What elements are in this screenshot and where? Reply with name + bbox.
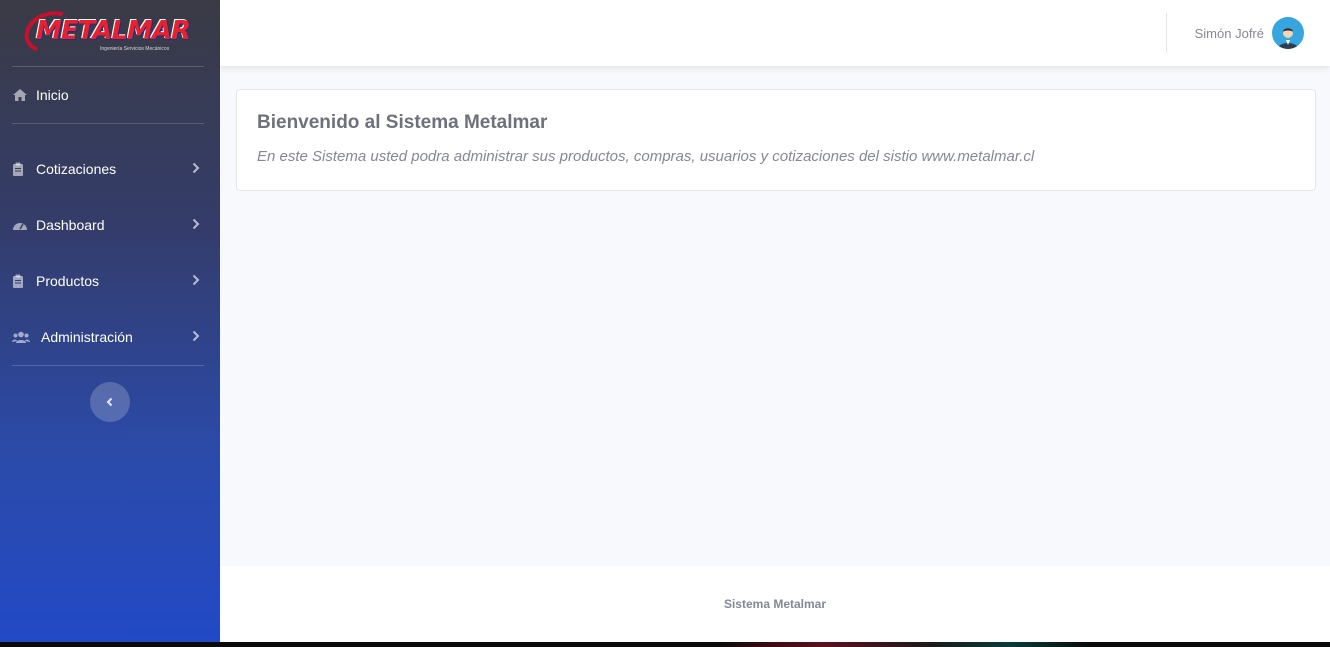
sidebar-item-label: Inicio (36, 87, 69, 103)
user-dropdown[interactable]: Simón Jofré (1195, 17, 1304, 49)
chevron-right-icon (192, 161, 200, 177)
chevron-right-icon (192, 329, 200, 345)
sidebar: METALMAR Ingeniería Servicios Mecánicos … (0, 0, 220, 642)
welcome-card: Bienvenido al Sistema Metalmar En este S… (236, 89, 1316, 191)
clipboard-icon (12, 274, 32, 288)
users-icon (12, 331, 37, 343)
home-icon (12, 88, 32, 102)
topbar: Simón Jofré (220, 0, 1330, 66)
sidebar-item-cotizaciones[interactable]: Cotizaciones (0, 141, 220, 197)
logo-subtitle: Ingeniería Servicios Mecánicos (100, 46, 170, 52)
tachometer-icon (12, 219, 32, 231)
content-wrapper: Simón Jofré Bienvenido al Sistema Metalm… (220, 0, 1330, 642)
desktop-background-strip (0, 642, 1330, 647)
sidebar-toggle-button[interactable] (90, 382, 130, 422)
page-title: Bienvenido al Sistema Metalmar (257, 112, 548, 133)
logo-text: METALMAR (36, 16, 191, 46)
metalmar-logo[interactable]: METALMAR Ingeniería Servicios Mecánicos (18, 4, 196, 60)
sidebar-item-dashboard[interactable]: Dashboard (0, 197, 220, 253)
clipboard-icon (12, 162, 32, 176)
sidebar-item-label: Dashboard (36, 217, 105, 233)
topbar-divider (1165, 13, 1167, 53)
user-avatar-icon[interactable] (1272, 17, 1304, 49)
chevron-right-icon (192, 273, 200, 289)
footer-text: Sistema Metalmar (723, 597, 827, 611)
sidebar-item-administracion[interactable]: Administración (0, 309, 220, 365)
sidebar-item-label: Administración (41, 329, 133, 345)
brand[interactable]: METALMAR Ingeniería Servicios Mecánicos (0, 0, 220, 66)
sidebar-item-label: Productos (36, 273, 100, 289)
user-name: Simón Jofré (1194, 25, 1264, 41)
chevron-right-icon (192, 217, 200, 233)
welcome-description: En este Sistema usted podra administrar … (257, 148, 1035, 165)
footer: Sistema Metalmar (220, 566, 1330, 642)
sidebar-item-productos[interactable]: Productos (0, 253, 220, 309)
sidebar-item-inicio[interactable]: Inicio (0, 67, 220, 123)
chevron-left-icon (106, 394, 114, 410)
sidebar-item-label: Cotizaciones (36, 161, 117, 177)
